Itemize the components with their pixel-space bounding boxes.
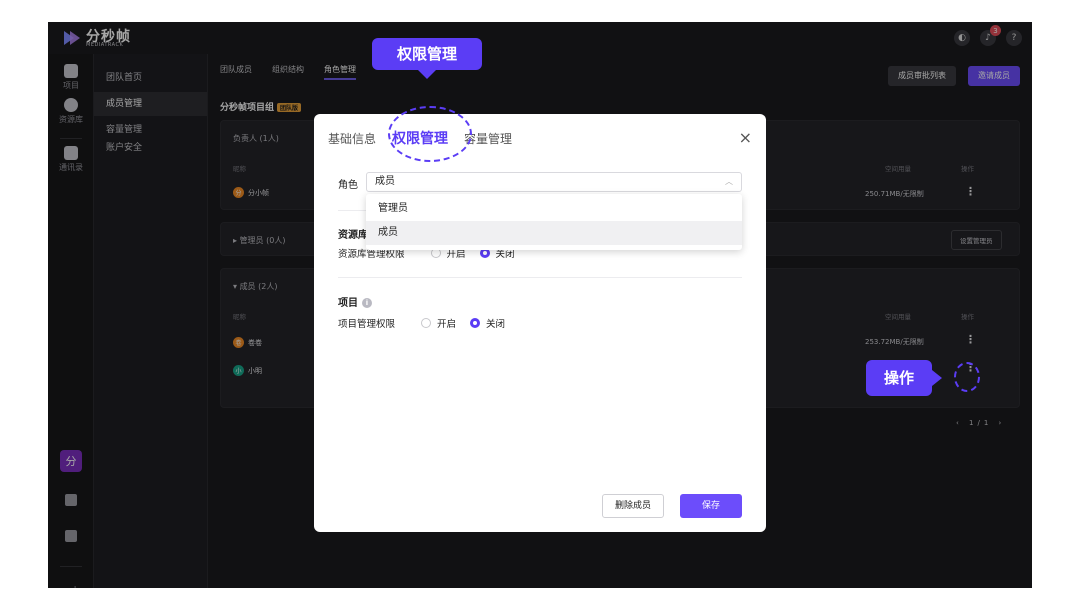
radio-project-off[interactable] [470,318,481,328]
role-dropdown: 管理员 成员 [366,194,742,250]
radio-project-on[interactable] [421,318,432,328]
chevron-up-icon: ︿ [725,177,733,186]
tab-basic-info[interactable]: 基础信息 [328,130,376,147]
role-option-admin[interactable]: 管理员 [366,197,742,221]
close-icon[interactable]: × [739,128,752,147]
project-permission-row: 项目管理权限 开启 关闭 [338,316,505,330]
highlight-oval [388,106,472,162]
save-button[interactable]: 保存 [680,494,742,518]
app-window: 分秒帧 MEDIATRACK ◐ ♪3 ? 项目 资源库 通讯录 分 ←| 团队… [48,22,1032,588]
delete-member-button[interactable]: 删除成员 [602,494,665,518]
project-section-title: 项目 i [338,294,372,309]
role-option-member[interactable]: 成员 [366,221,742,245]
callout-pointer-icon [932,370,942,386]
highlight-oval [954,362,980,392]
project-permission-label: 项目管理权限 [338,319,396,330]
project-section-label: 项目 [338,298,358,309]
divider [338,277,742,278]
role-label: 角色 [338,180,358,191]
radio-label: 关闭 [486,319,506,330]
role-selected-value: 成员 [375,176,395,187]
info-icon[interactable]: i [362,298,372,308]
callout-pointer-icon [417,69,437,79]
role-select[interactable]: 成员 ︿ [366,172,742,192]
action-callout: 操作 [866,360,932,396]
role-edit-modal: 基础信息 权限管理 容量管理 × 角色 成员 ︿ 管理员 成员 资源库 资源库管… [314,114,766,532]
permission-callout: 权限管理 [372,38,482,70]
radio-label: 开启 [437,319,457,330]
resource-section-title: 资源库 [338,230,368,241]
